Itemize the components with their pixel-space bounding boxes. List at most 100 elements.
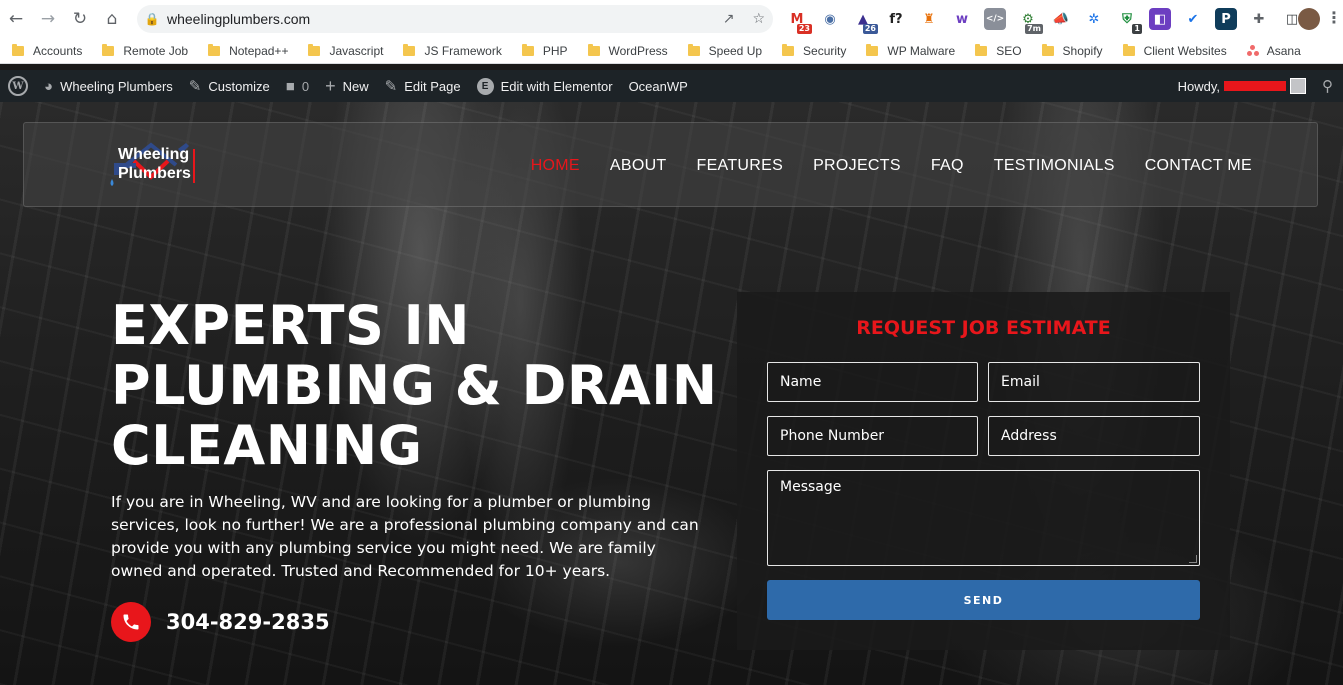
elementor-icon: E	[476, 77, 494, 95]
wp-menu-logo[interactable]: W	[0, 70, 36, 102]
bookmark-item[interactable]: SEO	[975, 43, 1022, 58]
lighthouse-icon[interactable]: ♜	[918, 8, 940, 30]
graduation-icon[interactable]: ▲ 26	[852, 8, 878, 34]
font-question-icon-glyph: f?	[889, 11, 903, 27]
phone-number[interactable]: 304-829-2835	[166, 610, 330, 634]
bookmark-item[interactable]: PHP	[521, 43, 568, 58]
bookmark-star-icon[interactable]: ☆	[752, 11, 765, 27]
bookmark-label: Client Websites	[1143, 43, 1227, 58]
hero-intro-text: If you are in Wheeling, WV and are looki…	[111, 493, 699, 580]
bookmark-item[interactable]: Speed Up	[687, 43, 762, 58]
wappalyzer-icon-glyph: w	[955, 11, 968, 27]
bookmark-label: Security	[803, 43, 847, 58]
bookmark-item[interactable]: Client Websites	[1122, 43, 1227, 58]
address-field[interactable]: Address	[988, 416, 1200, 456]
redacted-username	[1224, 81, 1286, 91]
bookmark-item[interactable]: WP Malware	[866, 43, 956, 58]
headline-line2: PLUMBING & DRAIN	[111, 354, 718, 417]
folder-icon	[102, 43, 115, 56]
headline-line1: EXPERTS IN	[111, 294, 470, 357]
puzzle-icon[interactable]: ✚	[1248, 8, 1270, 30]
snowflake-icon[interactable]: ✲	[1083, 8, 1105, 30]
profile-avatar[interactable]	[1298, 8, 1320, 30]
extension-badge: 23	[796, 24, 812, 34]
paintbrush-icon: ✎	[188, 78, 202, 95]
reload-icon[interactable]: ↻	[64, 0, 96, 38]
nav-contact-me[interactable]: CONTACT ME	[1145, 157, 1252, 175]
home-icon[interactable]: ⌂	[96, 0, 128, 38]
folder-icon	[975, 43, 988, 56]
font-question-icon[interactable]: f?	[885, 8, 907, 30]
megaphone-icon-glyph: 📣	[1052, 11, 1070, 27]
share-icon[interactable]: ↗	[723, 11, 735, 27]
phone-number-field[interactable]: Phone Number	[767, 416, 978, 456]
folder-icon	[403, 43, 416, 56]
bookmark-item[interactable]: Shopify	[1041, 43, 1103, 58]
nav-features[interactable]: FEATURES	[697, 157, 784, 175]
address-bar[interactable]: 🔒 wheelingplumbers.com ↗ ☆	[137, 5, 773, 33]
name-field[interactable]: Name	[767, 362, 978, 402]
phone-contact[interactable]: 304-829-2835	[111, 602, 330, 642]
wp-elementor[interactable]: E Edit with Elementor	[469, 70, 621, 102]
nav-home[interactable]: HOME	[531, 157, 580, 175]
hero-headline: EXPERTS IN PLUMBING & DRAIN CLEANING	[111, 296, 731, 476]
bookmark-item[interactable]: Javascript	[308, 43, 384, 58]
snowflake-icon-glyph: ✲	[1088, 11, 1100, 27]
folder-icon	[587, 43, 600, 56]
back-arrow-icon[interactable]: ←	[0, 0, 32, 38]
eye-icon[interactable]: ◉	[819, 8, 841, 30]
logo-text[interactable]: Wheeling Plumbers	[118, 145, 191, 183]
lock-icon: 🔒	[144, 12, 160, 26]
wp-customize[interactable]: ✎ Customize	[181, 70, 278, 102]
bookmark-item[interactable]: Security	[782, 43, 847, 58]
check-icon[interactable]: ✔	[1182, 8, 1204, 30]
bookmark-item[interactable]: Notepad++	[208, 43, 288, 58]
reader-icon[interactable]: ◧	[1149, 8, 1171, 30]
extension-badge: 26	[862, 24, 878, 34]
wp-site-name[interactable]: ◕ Wheeling Plumbers	[36, 70, 181, 102]
folder-icon	[1122, 43, 1135, 56]
email-field[interactable]: Email	[988, 362, 1200, 402]
wp-edit-page-label: Edit Page	[404, 78, 461, 94]
bookmark-label: Javascript	[329, 43, 384, 58]
pinterest-icon[interactable]: P	[1215, 8, 1237, 30]
wp-user-avatar[interactable]	[1290, 78, 1306, 94]
url-text[interactable]: wheelingplumbers.com	[167, 11, 310, 27]
lighthouse-icon-glyph: ♜	[923, 11, 935, 27]
wp-theme-oceanwp[interactable]: OceanWP	[621, 70, 696, 102]
search-icon[interactable]: ⚲	[1322, 77, 1333, 95]
wp-new[interactable]: + New	[317, 70, 377, 102]
code-icon[interactable]: </>	[984, 8, 1006, 30]
send-button[interactable]: SEND	[767, 580, 1200, 620]
nav-about[interactable]: ABOUT	[610, 157, 667, 175]
bookmark-item[interactable]: JS Framework	[403, 43, 502, 58]
reader-icon-glyph: ◧	[1153, 11, 1167, 27]
nav-faq[interactable]: FAQ	[931, 157, 964, 175]
megaphone-icon[interactable]: 📣	[1050, 8, 1072, 30]
bookmarks-bar: Accounts Remote Job Notepad++ Javascript JS …	[0, 38, 1343, 64]
timer-icon[interactable]: ⚙ 7m	[1017, 8, 1043, 34]
wappalyzer-icon[interactable]: w	[951, 8, 973, 30]
forward-arrow-icon[interactable]: →	[32, 0, 64, 38]
main-navigation: HOME ABOUT FEATURES PROJECTS FAQ TESTIMONIALS…	[531, 123, 1252, 208]
message-field[interactable]: Message	[767, 470, 1200, 566]
gmail-icon[interactable]: M 23	[786, 8, 812, 34]
wp-howdy-label[interactable]: Howdy,	[1178, 79, 1220, 94]
bookmark-label: Asana	[1266, 43, 1301, 58]
code-icon-glyph: </>	[985, 14, 1005, 24]
headline-line3: CLEANING	[111, 414, 423, 477]
bookmark-item[interactable]: Remote Job	[102, 43, 188, 58]
bookmark-item[interactable]: Accounts	[12, 43, 82, 58]
nav-projects[interactable]: PROJECTS	[813, 157, 901, 175]
bookmark-label: WP Malware	[887, 43, 956, 58]
folder-icon	[866, 43, 879, 56]
wp-comments[interactable]: ■ 0	[278, 70, 317, 102]
wp-edit-page[interactable]: ✎ Edit Page	[377, 70, 469, 102]
bookmark-item[interactable]: WordPress	[587, 43, 668, 58]
more-menu-icon[interactable]: ⋮	[1326, 8, 1342, 27]
phone-icon	[111, 602, 151, 642]
shield-icon[interactable]: ⛨ 1	[1116, 8, 1142, 34]
resize-handle-icon[interactable]	[1189, 555, 1197, 563]
nav-testimonials[interactable]: TESTIMONIALS	[994, 157, 1115, 175]
bookmark-asana[interactable]: Asana	[1246, 43, 1301, 58]
